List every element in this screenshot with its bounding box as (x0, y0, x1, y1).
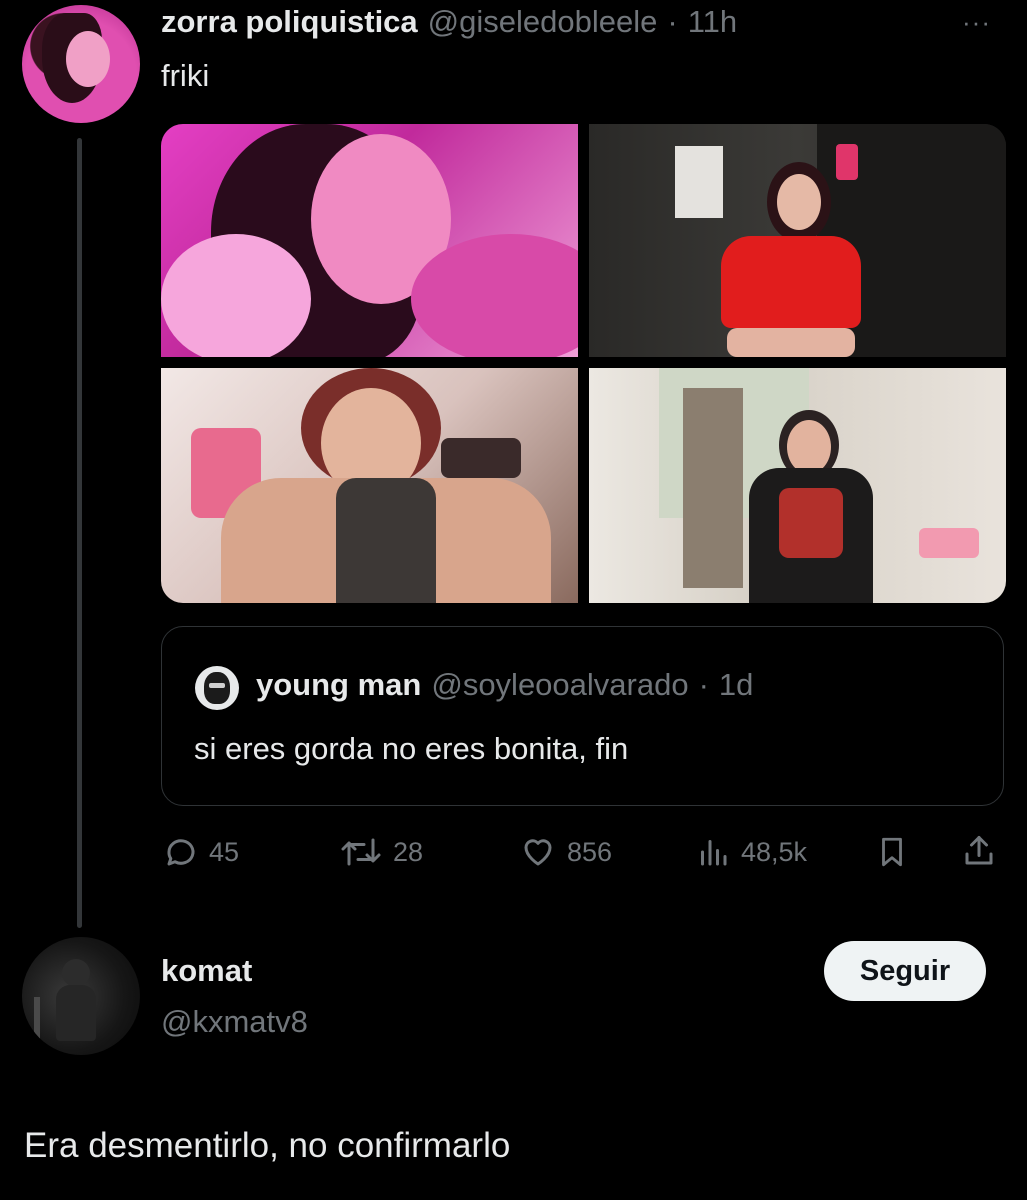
quoted-name[interactable]: young man (256, 667, 421, 703)
reply-user-avatar[interactable] (22, 937, 140, 1055)
more-dots-icon[interactable]: ··· (962, 8, 1006, 36)
thread-line (77, 138, 82, 928)
quoted-tweet-card[interactable] (161, 626, 1004, 806)
author-name[interactable]: zorra poliquistica (161, 4, 418, 40)
media-photo-3[interactable] (161, 368, 578, 603)
reply-action[interactable]: 45 (163, 834, 239, 870)
views-action[interactable]: 48,5k (695, 834, 807, 870)
time-separator: · (667, 4, 678, 39)
author-handle[interactable]: @giseledobleele (428, 4, 658, 40)
tweet-text: friki (161, 58, 210, 93)
heart-icon (519, 834, 557, 870)
media-photo-2[interactable] (589, 124, 1006, 357)
quoted-avatar[interactable] (195, 666, 239, 710)
media-grid (161, 124, 1006, 603)
retweet-action[interactable]: 28 (339, 834, 423, 870)
bar-chart-icon (695, 834, 731, 870)
quoted-separator: · (698, 667, 709, 702)
reply-user-name[interactable]: komat (161, 953, 252, 989)
quoted-text: si eres gorda no eres bonita, fin (194, 731, 629, 766)
speech-bubble-icon (163, 834, 199, 870)
like-action[interactable]: 856 (519, 834, 612, 870)
media-photo-4[interactable] (589, 368, 1006, 603)
reply-count: 45 (209, 836, 240, 867)
author-avatar[interactable] (22, 5, 140, 123)
quoted-header: young man @soyleooalvarado · 1d (256, 667, 753, 707)
reply-text: Era desmentirlo, no confirmarlo (24, 1126, 511, 1165)
follow-button[interactable]: Seguir (824, 941, 986, 1001)
reply-user-handle[interactable]: @kxmatv8 (161, 1004, 308, 1040)
like-count: 856 (567, 836, 613, 867)
tweet-time[interactable]: 11h (688, 4, 737, 40)
avatar-mask (204, 672, 230, 704)
views-count: 48,5k (741, 836, 808, 867)
tweet-header: zorra poliquistica @giseledobleele · 11h (161, 4, 737, 44)
avatar-eyes (209, 683, 225, 688)
share-icon[interactable] (961, 832, 997, 875)
avatar-face (66, 31, 110, 87)
bookmark-icon[interactable] (875, 834, 909, 875)
quoted-time[interactable]: 1d (719, 667, 753, 703)
retweet-icon (339, 834, 383, 870)
media-photo-1[interactable] (161, 124, 578, 357)
retweet-count: 28 (393, 836, 424, 867)
quoted-handle[interactable]: @soyleooalvarado (431, 667, 688, 703)
